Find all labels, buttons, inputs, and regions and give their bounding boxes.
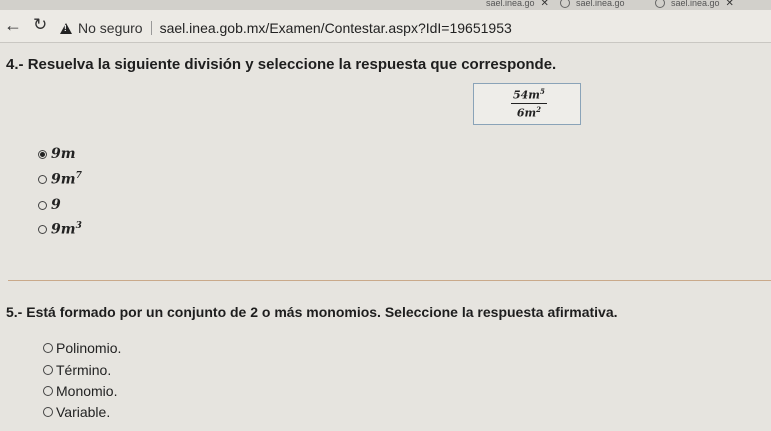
option-label: Variable. <box>56 404 111 420</box>
radio-button[interactable] <box>43 386 53 396</box>
option-label: 9m <box>51 146 76 162</box>
question-text: Resuelva la siguiente división y selecci… <box>27 56 557 73</box>
option-label: 9 <box>51 197 61 213</box>
option-9m[interactable]: 9m <box>38 146 76 162</box>
browser-toolbar: ← ↻ No seguro sael.inea.gob.mx/Examen/Co… <box>0 10 771 43</box>
radio-button[interactable] <box>38 174 47 184</box>
option-9[interactable]: 9 <box>38 197 61 213</box>
back-icon[interactable]: ← <box>4 15 22 35</box>
warning-icon <box>60 22 72 34</box>
question-number: 4.- <box>6 56 24 73</box>
option-polinomio[interactable]: Polinomio. <box>43 340 121 356</box>
radio-button[interactable] <box>38 224 47 234</box>
tab-2[interactable]: sael.inea.go <box>560 0 625 10</box>
tab-label: sael.inea.go <box>576 0 625 8</box>
tab-label: sael.inea.go <box>486 0 535 8</box>
fraction: 54m5 6m2 <box>511 87 547 119</box>
option-label: 9m3 <box>51 221 82 238</box>
exam-page: 4.- Resuelva la siguiente división y sel… <box>0 43 771 431</box>
question-text: Está formado por un conjunto de 2 o más … <box>26 304 618 320</box>
section-divider <box>8 280 771 281</box>
fraction-denominator: 6m2 <box>516 104 541 120</box>
fraction-box: 54m5 6m2 <box>473 83 581 125</box>
option-label: Término. <box>56 362 112 378</box>
option-termino[interactable]: Término. <box>43 362 111 378</box>
question-4-title: 4.- Resuelva la siguiente división y sel… <box>6 56 556 73</box>
option-monomio[interactable]: Monomio. <box>43 383 117 399</box>
security-label[interactable]: No seguro <box>78 20 143 36</box>
radio-button[interactable] <box>38 149 47 159</box>
question-5-title: 5.- Está formado por un conjunto de 2 o … <box>6 304 618 320</box>
option-label: Polinomio. <box>56 340 122 356</box>
option-label: Monomio. <box>56 383 118 399</box>
tab-strip: sael.inea.go ✕ sael.inea.go sael.inea.go… <box>0 0 771 10</box>
globe-icon <box>655 0 665 8</box>
tab-3[interactable]: sael.inea.go ✕ <box>655 0 734 10</box>
option-9m3[interactable]: 9m3 <box>38 221 82 238</box>
reload-icon[interactable]: ↻ <box>33 15 47 35</box>
tab-label: sael.inea.go <box>671 0 720 8</box>
globe-icon <box>560 0 570 8</box>
radio-button[interactable] <box>43 365 53 375</box>
url-text[interactable]: sael.inea.gob.mx/Examen/Contestar.aspx?I… <box>160 20 512 36</box>
fraction-bar <box>511 102 547 104</box>
close-icon[interactable]: ✕ <box>541 0 549 9</box>
radio-button[interactable] <box>43 343 53 353</box>
divider <box>150 21 152 35</box>
address-bar[interactable]: No seguro sael.inea.gob.mx/Examen/Contes… <box>60 18 512 38</box>
option-label: 9m7 <box>51 171 82 188</box>
radio-button[interactable] <box>43 407 53 417</box>
close-icon[interactable]: ✕ <box>726 0 734 9</box>
option-variable[interactable]: Variable. <box>43 404 110 420</box>
question-number: 5.- <box>6 304 23 320</box>
radio-button[interactable] <box>38 200 47 210</box>
option-9m7[interactable]: 9m7 <box>38 171 82 188</box>
tab-1[interactable]: sael.inea.go ✕ <box>486 0 549 10</box>
fraction-numerator: 54m5 <box>513 87 545 102</box>
